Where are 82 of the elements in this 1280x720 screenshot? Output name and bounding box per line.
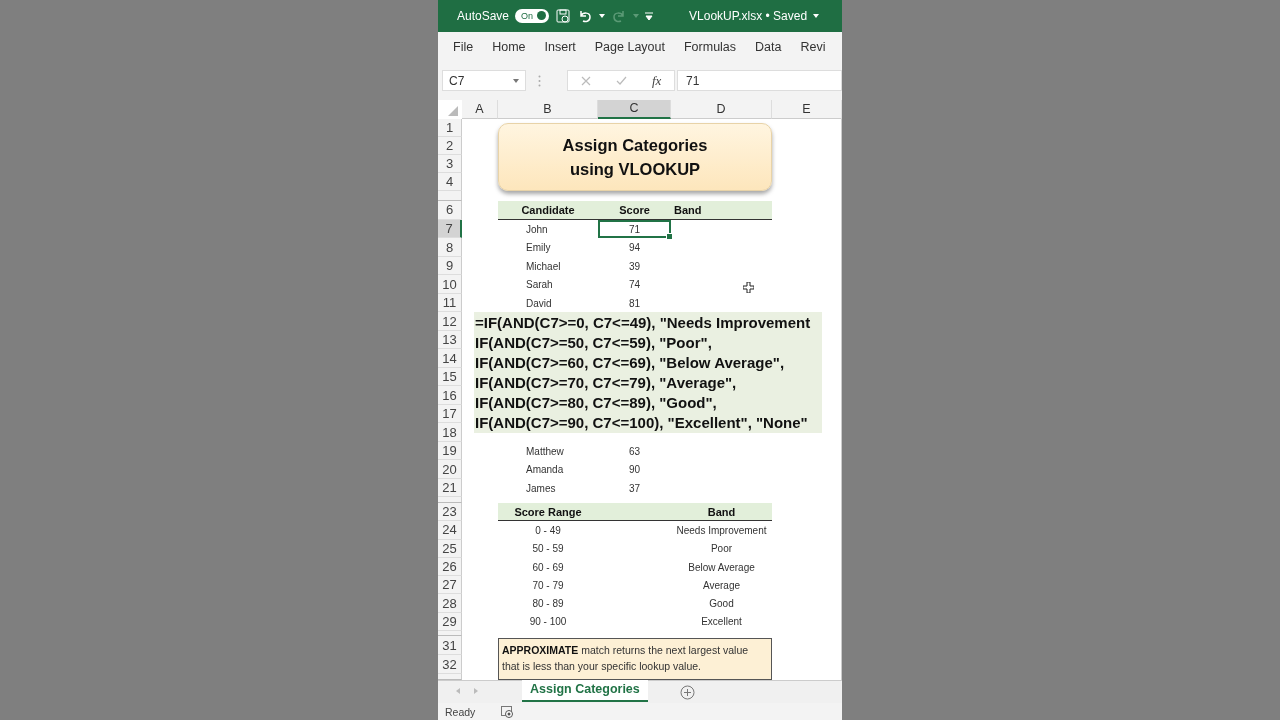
- row-header[interactable]: 12: [438, 312, 462, 331]
- column-heading: Score Range: [514, 506, 582, 519]
- row-header[interactable]: 27: [438, 576, 462, 595]
- caret-icon[interactable]: [813, 13, 820, 18]
- formula-line: IF(AND(C7>=50, C7<=59), "Poor",: [475, 333, 713, 354]
- table-cell-text: Needs Improvement: [675, 523, 768, 538]
- row-header[interactable]: 1: [438, 118, 462, 137]
- autosave-toggle[interactable]: On: [515, 8, 550, 23]
- add-sheet-icon[interactable]: [679, 685, 695, 701]
- check-icon[interactable]: [615, 76, 627, 86]
- customize-icon[interactable]: [645, 11, 654, 20]
- column-heading: Band: [674, 204, 702, 217]
- table-cell-text: Average: [701, 578, 742, 593]
- note-text: APPROXIMATE match returns the next largest value that is less than your specific lookup value.: [498, 638, 772, 681]
- row-header[interactable]: 10: [438, 275, 462, 294]
- table-cell-text: Good: [708, 597, 735, 612]
- sheet-tab[interactable]: Assign Categories: [522, 680, 648, 703]
- table-cell-text: Sarah: [525, 278, 554, 293]
- row-header[interactable]: 28: [438, 594, 462, 613]
- table-cell[interactable]: 39: [598, 256, 671, 276]
- table-cell[interactable]: 94: [598, 238, 671, 257]
- table-cell-text: David: [525, 296, 553, 311]
- table-cell[interactable]: 71: [598, 219, 671, 239]
- ribbon-tab[interactable]: Formulas: [683, 39, 737, 54]
- row-header[interactable]: 18: [438, 423, 462, 442]
- formula-line: IF(AND(C7>=60, C7<=69), "Below Average",: [475, 353, 786, 374]
- ribbon-tab[interactable]: File: [453, 39, 474, 54]
- ribbon-tab[interactable]: Data: [755, 39, 782, 54]
- table-cell-text: 90 - 100: [528, 615, 568, 630]
- table-cell-text: Poor: [709, 542, 734, 557]
- table-cell-text: Below Average: [687, 560, 756, 575]
- row-header[interactable]: 23: [438, 503, 462, 522]
- ribbon-tab[interactable]: Insert: [544, 39, 576, 54]
- ribbon-tab[interactable]: Home: [492, 39, 526, 54]
- table-cell[interactable]: 90: [598, 460, 671, 479]
- table-cell-text: Emily: [525, 241, 552, 256]
- ribbon-tab[interactable]: Page Layout: [594, 39, 665, 54]
- ribbon-tab[interactable]: Revi: [800, 39, 826, 54]
- cell-reference: C7: [449, 73, 465, 88]
- insert-function-button[interactable]: fx: [652, 72, 662, 89]
- table-cell-text: 0 - 49: [534, 523, 562, 538]
- table-cell-text: Amanda: [525, 463, 565, 478]
- table-cell-text: 80 - 89: [531, 597, 565, 612]
- row-header[interactable]: 8: [438, 238, 462, 257]
- row-header[interactable]: 14: [438, 349, 462, 368]
- formula-input[interactable]: 71: [677, 70, 842, 92]
- row-header[interactable]: 20: [438, 460, 462, 479]
- macro-record-icon[interactable]: [501, 705, 515, 718]
- formula-line: IF(AND(C7>=70, C7<=79), "Average",: [475, 373, 738, 394]
- name-box[interactable]: C7: [442, 70, 526, 92]
- table-cell-text: John: [525, 222, 549, 237]
- formula-line: IF(AND(C7>=90, C7<=100), "Excellent", "None": [475, 413, 809, 434]
- table-cell-text: 60 - 69: [531, 560, 565, 575]
- table-cell-text: Matthew: [525, 444, 565, 459]
- caret-icon[interactable]: [513, 78, 519, 83]
- caret-icon: [633, 13, 640, 18]
- file-name: VLookUP.xlsx • Saved: [689, 8, 808, 23]
- row-header[interactable]: 16: [438, 386, 462, 405]
- table-cell-text: Excellent: [700, 615, 743, 630]
- table-cell[interactable]: 63: [598, 441, 671, 461]
- column-heading: Band: [707, 506, 736, 519]
- row-header[interactable]: 31: [438, 636, 462, 656]
- table-cell-text: Michael: [525, 259, 562, 274]
- table-cell[interactable]: 37: [598, 478, 671, 498]
- formula-line: =IF(AND(C7>=0, C7<=49), "Needs Improvement: [475, 313, 812, 334]
- title-text: using VLOOKUP: [569, 158, 701, 180]
- autosave-label: AutoSave: [457, 8, 510, 23]
- column-heading: Score: [619, 204, 650, 217]
- column-heading: Candidate: [521, 204, 575, 217]
- formula-line: IF(AND(C7>=80, C7<=89), "Good",: [475, 393, 718, 414]
- title-text: Assign Categories: [562, 134, 708, 156]
- table-cell-text: 70 - 79: [531, 578, 565, 593]
- table-cell-text: 50 - 59: [531, 542, 565, 557]
- table-cell[interactable]: 74: [598, 275, 671, 294]
- cursor-icon: [743, 281, 754, 293]
- save-icon[interactable]: [555, 7, 572, 24]
- row-header[interactable]: 32: [438, 655, 462, 675]
- table-cell-text: James: [525, 481, 557, 496]
- status-text: Ready: [445, 705, 476, 718]
- table-cell[interactable]: 81: [598, 293, 671, 313]
- row-header[interactable]: 24: [438, 521, 462, 540]
- caret-icon[interactable]: [599, 13, 606, 18]
